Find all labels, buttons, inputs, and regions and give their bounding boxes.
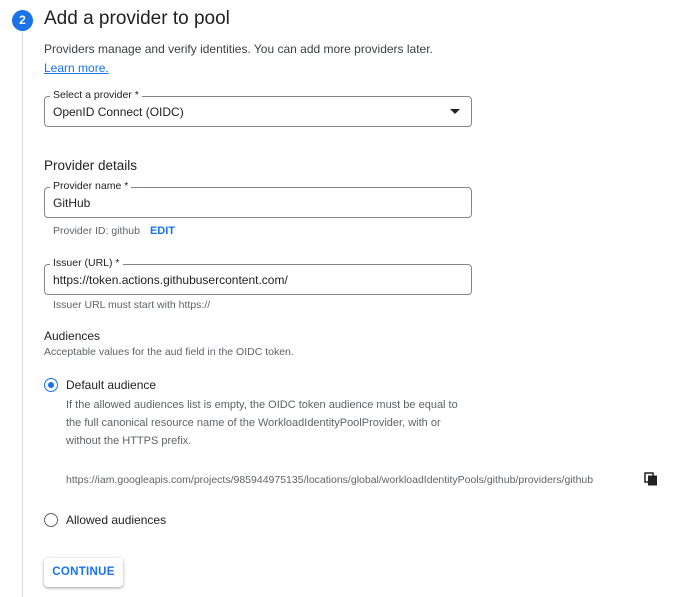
issuer-url-value: https://token.actions.githubusercontent.… [53, 273, 288, 287]
provider-name-value: GitHub [53, 196, 91, 210]
add-provider-step: 2 Add a provider to pool Providers manag… [0, 0, 673, 597]
provider-details-heading: Provider details [44, 158, 138, 173]
default-audience-label[interactable]: Default audience [66, 378, 156, 392]
provider-select-value: OpenID Connect (OIDC) [53, 105, 184, 119]
audiences-title: Audiences [44, 329, 101, 343]
provider-id-row: Provider ID: github EDIT [53, 225, 175, 237]
issuer-url-field[interactable]: Issuer (URL) * https://token.actions.git… [44, 257, 472, 295]
default-audience-radio[interactable] [44, 378, 58, 392]
provider-name-field[interactable]: Provider name * GitHub [44, 180, 472, 218]
allowed-audiences-radio[interactable] [44, 513, 58, 527]
provider-select[interactable]: Select a provider * OpenID Connect (OIDC… [44, 89, 472, 127]
step-number-badge: 2 [12, 10, 33, 31]
allowed-audiences-label[interactable]: Allowed audiences [66, 513, 166, 527]
copy-icon[interactable] [644, 472, 658, 486]
learn-more-link[interactable]: Learn more. [44, 61, 109, 75]
default-audience-url: https://iam.googleapis.com/projects/9859… [66, 474, 594, 486]
step-title: Add a provider to pool [44, 8, 230, 29]
audiences-subtitle: Acceptable values for the aud field in t… [44, 346, 294, 358]
stepper-line [22, 30, 23, 597]
intro-description: Providers manage and verify identities. … [44, 42, 433, 56]
issuer-url-hint: Issuer URL must start with https:// [53, 299, 211, 311]
issuer-url-label: Issuer (URL) * [50, 257, 123, 269]
intro-text: Providers manage and verify identities. … [44, 40, 464, 78]
chevron-down-icon [450, 109, 460, 114]
edit-provider-id-button[interactable]: EDIT [150, 225, 175, 237]
continue-button[interactable]: CONTINUE [44, 558, 123, 587]
provider-select-label: Select a provider * [50, 89, 142, 101]
provider-name-label: Provider name * [50, 180, 132, 192]
provider-id-text: Provider ID: github [53, 225, 140, 237]
default-audience-description: If the allowed audiences list is empty, … [66, 399, 458, 447]
